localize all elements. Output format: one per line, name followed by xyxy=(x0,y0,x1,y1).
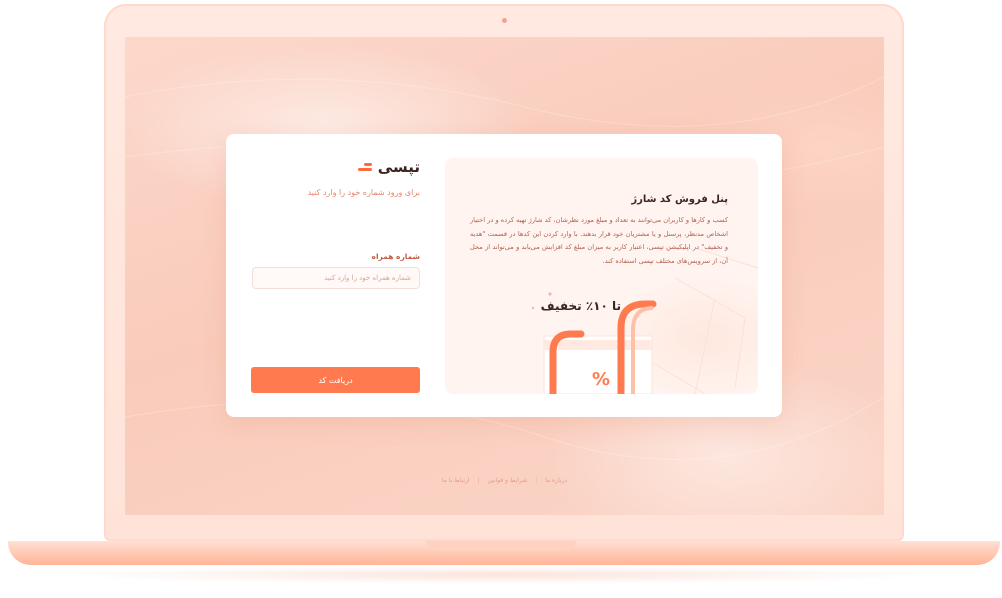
brand-logo: تپسی xyxy=(357,158,420,176)
footer-separator: | xyxy=(535,477,538,484)
phone-label: شماره همراه xyxy=(371,252,420,261)
percent-icon: % xyxy=(592,369,611,390)
get-code-button[interactable]: دریافت کد xyxy=(251,367,420,393)
discount-text: تا ۱۰٪ تخفیف xyxy=(540,299,621,313)
login-card: تپسی برای ورود شماره خود را وارد کنید شم… xyxy=(226,134,782,417)
laptop-mockup: تپسی برای ورود شماره خود را وارد کنید شم… xyxy=(0,0,1002,598)
brand-name: تپسی xyxy=(377,158,420,176)
footer-separator: | xyxy=(477,477,480,484)
login-form: تپسی برای ورود شماره خود را وارد کنید شم… xyxy=(250,134,420,417)
footer-link-contact[interactable]: ارتباط با ما xyxy=(442,477,470,484)
login-hint: برای ورود شماره خود را وارد کنید xyxy=(307,188,420,197)
phone-input[interactable] xyxy=(252,267,420,289)
camera-dot xyxy=(502,18,507,23)
footer-links: درباره ما | شرایط و قوانین | ارتباط با م… xyxy=(125,477,884,484)
promo-description: کسب و کارها و کاربران می‌توانند به تعداد… xyxy=(470,216,728,265)
laptop-notch xyxy=(426,541,576,551)
laptop-shadow xyxy=(60,566,940,584)
footer-link-terms[interactable]: شرایط و قوانین xyxy=(487,477,527,484)
brand-mark-icon xyxy=(357,162,372,172)
promo-panel: پنل فروش کد شارژ کسب و کارها و کاربران م… xyxy=(445,158,758,394)
laptop-screen: تپسی برای ورود شماره خود را وارد کنید شم… xyxy=(125,37,884,515)
promo-title: پنل فروش کد شارژ xyxy=(631,194,728,205)
footer-link-about[interactable]: درباره ما xyxy=(545,477,567,484)
